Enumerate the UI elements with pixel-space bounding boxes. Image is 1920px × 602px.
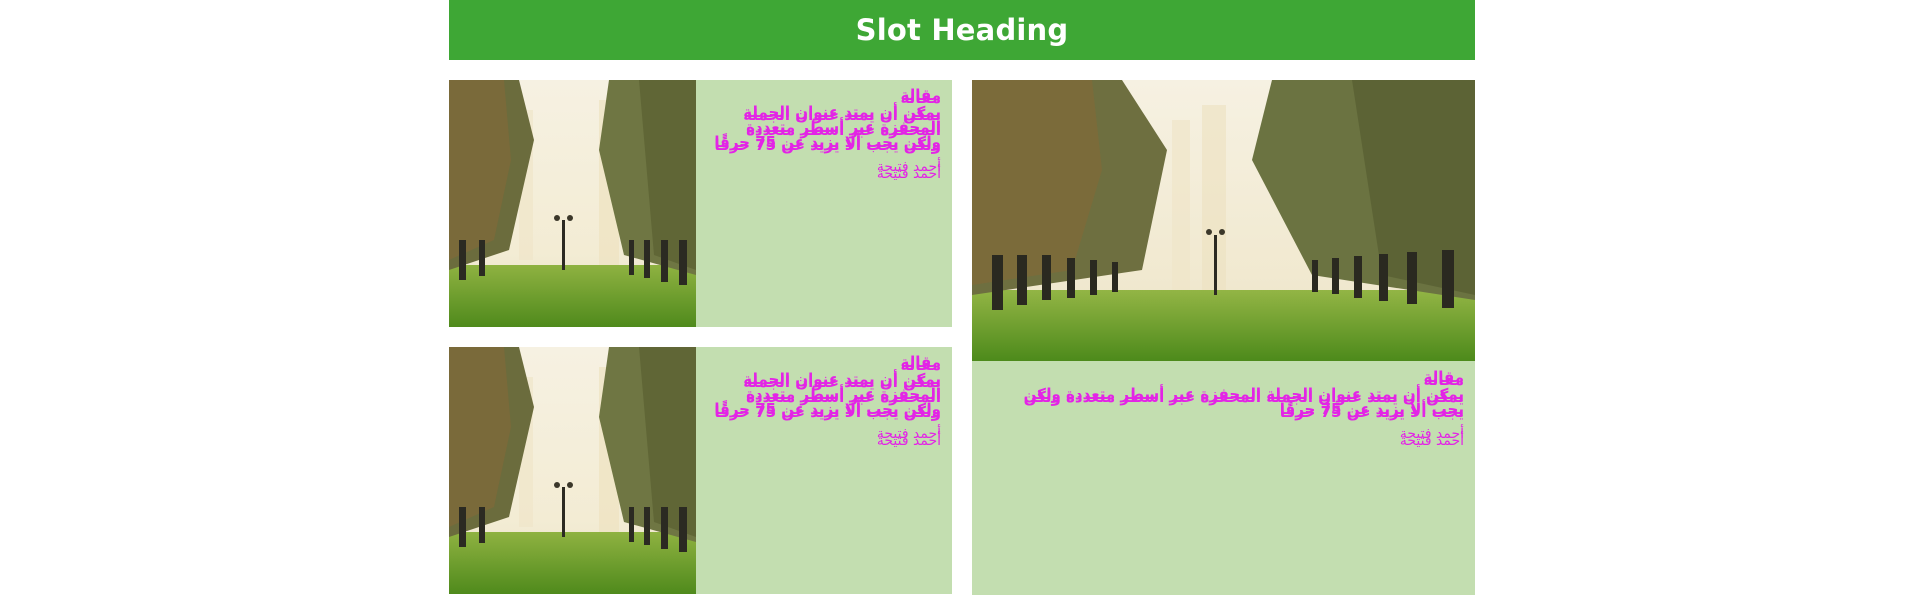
slot-heading: Slot Heading: [449, 0, 1475, 60]
article-thumbnail[interactable]: [449, 80, 696, 327]
article-author[interactable]: أحمد فتيحة: [704, 160, 941, 174]
article-author[interactable]: أحمد فتيحة: [704, 427, 941, 441]
article-card-small[interactable]: مقالة يمكن أن يمتد عنوان الجملة المحفزة …: [449, 347, 952, 594]
article-text: مقالة يمكن أن يمتد عنوان الجملة المحفزة …: [990, 368, 1464, 442]
palm-avenue-image: [449, 80, 696, 327]
article-headline[interactable]: يمكن أن يمتد عنوان الجملة المحفزة عبر أس…: [704, 105, 941, 150]
article-thumbnail[interactable]: [972, 80, 1475, 361]
palm-avenue-image: [972, 80, 1475, 361]
article-text: مقالة يمكن أن يمتد عنوان الجملة المحفزة …: [704, 86, 941, 175]
palm-avenue-image: [449, 347, 696, 594]
article-kicker: مقالة: [900, 86, 941, 104]
article-headline[interactable]: يمكن أن يمتد عنوان الجملة المحفزة عبر أس…: [704, 372, 941, 417]
article-card-large[interactable]: مقالة يمكن أن يمتد عنوان الجملة المحفزة …: [972, 80, 1475, 595]
article-kicker: مقالة: [900, 353, 941, 371]
article-thumbnail[interactable]: [449, 347, 696, 594]
article-kicker: مقالة: [1423, 368, 1464, 386]
content-slot: Slot Heading مقالة يمكن أن يمتد عنوان ال…: [449, 0, 1475, 602]
article-author[interactable]: أحمد فتيحة: [990, 427, 1464, 441]
article-text: مقالة يمكن أن يمتد عنوان الجملة المحفزة …: [704, 353, 941, 442]
article-headline[interactable]: يمكن أن يمتد عنوان الجملة المحفزة عبر أس…: [990, 387, 1464, 417]
article-card-small[interactable]: مقالة يمكن أن يمتد عنوان الجملة المحفزة …: [449, 80, 952, 327]
